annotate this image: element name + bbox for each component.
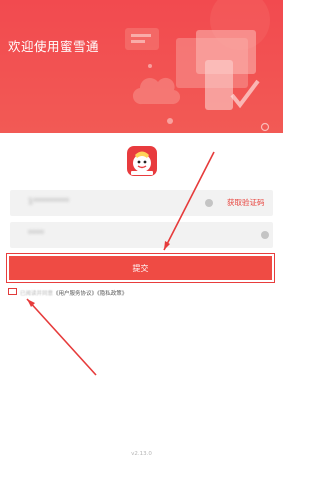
agreement-prefix: 已阅读并同意 <box>20 291 54 297</box>
code-field[interactable]: **** <box>10 222 273 248</box>
submit-button[interactable]: 提交 <box>9 256 272 280</box>
header-banner: 欢迎使用蜜雪通 <box>0 0 283 133</box>
privacy-policy-link[interactable]: 《隐私政策》 <box>97 291 127 297</box>
version-label: v2.13.0 <box>131 451 152 457</box>
agree-checkbox[interactable] <box>8 288 17 295</box>
annotation-arrow-checkbox <box>26 298 97 376</box>
annotation-arrowhead-checkbox <box>27 299 35 307</box>
agreement-row: 已阅读并同意《用户服务协议》《隐私政策》 <box>8 288 208 298</box>
phone-input-value[interactable]: 1********* <box>28 197 69 206</box>
submit-highlight: 提交 <box>6 253 275 283</box>
user-agreement-link[interactable]: 《用户服务协议》 <box>53 291 97 297</box>
app-logo <box>127 146 157 176</box>
clear-code-icon[interactable] <box>261 231 269 239</box>
get-code-button[interactable]: 获取验证码 <box>227 197 265 208</box>
welcome-title: 欢迎使用蜜雪通 <box>8 39 100 54</box>
clear-phone-icon[interactable] <box>205 199 213 207</box>
header-illustration <box>125 0 270 132</box>
phone-field[interactable]: 1********* 获取验证码 <box>10 190 273 216</box>
agreement-text: 已阅读并同意《用户服务协议》《隐私政策》 <box>20 289 127 297</box>
snow-king-logo-icon <box>131 151 153 175</box>
code-input-value[interactable]: **** <box>28 229 44 238</box>
